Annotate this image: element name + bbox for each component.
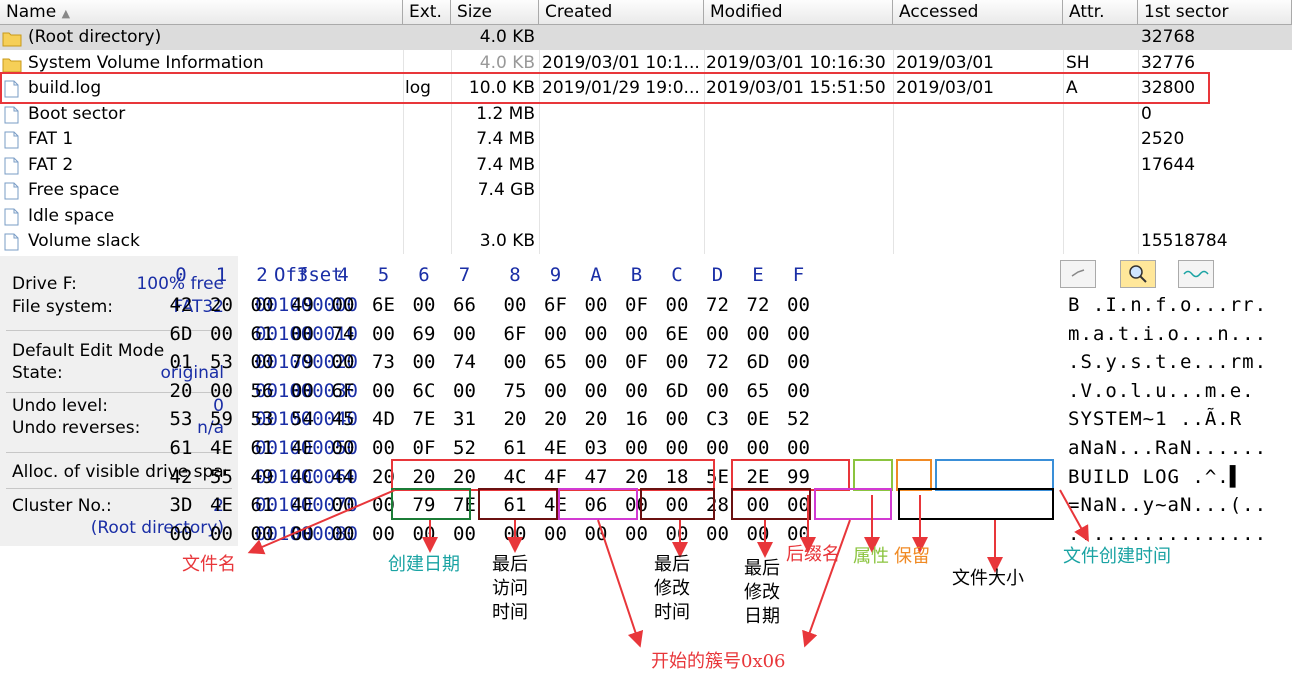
- annotation-create-date: 创建日期: [388, 554, 460, 575]
- annotation-attribute: 属性: [853, 546, 889, 567]
- annotation-file-size: 文件大小: [952, 568, 1024, 589]
- annotation-extension: 后缀名: [786, 544, 840, 565]
- annotation-reserved: 保留: [894, 546, 930, 567]
- annotation-create-time: 文件创建时间: [1063, 546, 1171, 567]
- annotation-filename: 文件名: [182, 554, 236, 575]
- annotation-last-access: 最后 访问 时间: [492, 554, 528, 623]
- annotation-start-cluster: 开始的簇号0x06: [651, 651, 786, 672]
- annotation-last-modify-time: 最后 修改 时间: [654, 554, 690, 623]
- annotation-arrows: [247, 489, 1089, 648]
- annotation-last-modify-date: 最后 修改 日期: [744, 558, 780, 627]
